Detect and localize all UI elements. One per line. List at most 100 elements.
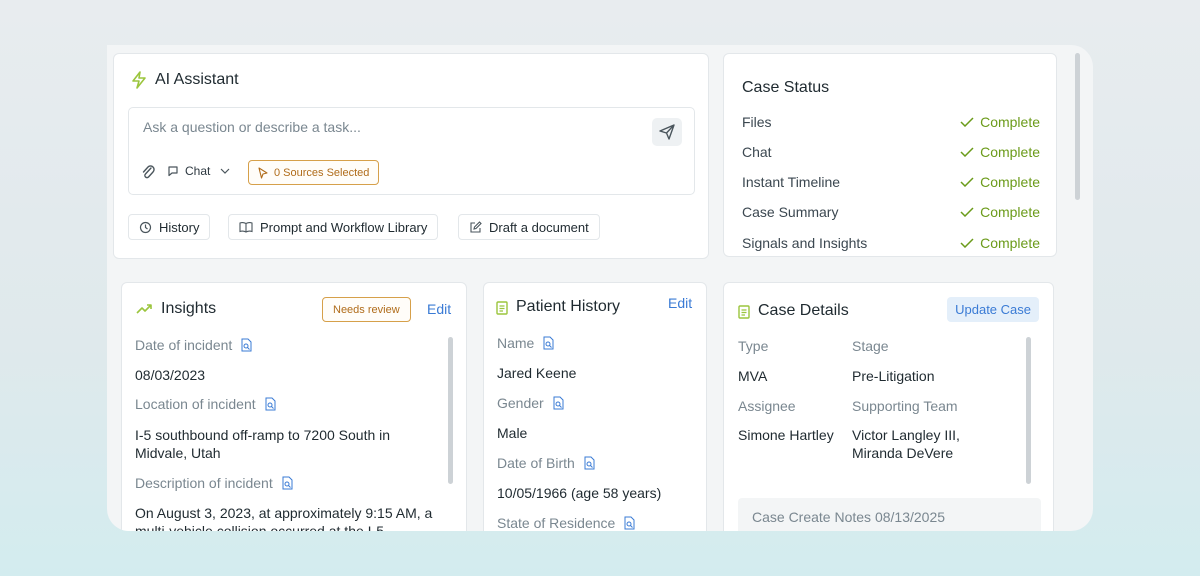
chat-bubble-icon xyxy=(167,165,179,177)
ai-assistant-card: AI Assistant Ask a question or describe … xyxy=(113,53,709,259)
status-value: Complete xyxy=(980,144,1040,160)
needs-review-badge[interactable]: Needs review xyxy=(322,297,411,322)
clipboard-icon xyxy=(738,304,750,319)
status-complete: Complete xyxy=(960,144,1040,160)
field-label: Description of incident xyxy=(135,475,293,491)
assignee-label: Assignee xyxy=(738,398,796,414)
document-search-icon[interactable] xyxy=(265,397,276,411)
status-row-label: Instant Timeline xyxy=(742,174,841,190)
field-label: Location of incident xyxy=(135,396,276,412)
field-label: Date of incident xyxy=(135,337,252,353)
cursor-icon xyxy=(258,166,268,179)
field-label: Date of Birth xyxy=(497,455,595,471)
date-of-incident-value: 08/03/2023 xyxy=(135,367,206,383)
stage-label: Stage xyxy=(852,338,889,354)
description-of-incident-label: Description of incident xyxy=(135,475,273,491)
date-of-birth-label: Date of Birth xyxy=(497,455,575,471)
location-of-incident-label: Location of incident xyxy=(135,396,256,412)
type-label: Type xyxy=(738,338,769,354)
case-details-scrollbar[interactable] xyxy=(1026,337,1031,484)
status-value: Complete xyxy=(980,235,1040,251)
clipboard-icon xyxy=(496,300,508,315)
case-status-card: Case Status Files Complete Chat Complete… xyxy=(723,53,1057,257)
page-scrollbar[interactable] xyxy=(1075,53,1080,200)
field-label: Gender xyxy=(497,395,564,411)
status-row: Chat Complete xyxy=(742,144,1040,160)
status-complete: Complete xyxy=(960,235,1040,251)
status-complete: Complete xyxy=(960,114,1040,130)
name-value: Jared Keene xyxy=(497,365,577,381)
gender-label: Gender xyxy=(497,395,544,411)
status-row: Signals and Insights Complete xyxy=(742,235,1040,251)
check-icon xyxy=(960,117,974,127)
document-search-icon[interactable] xyxy=(624,516,635,530)
lightning-icon xyxy=(131,71,147,89)
supporting-team-value: Victor Langley III, Miranda DeVere xyxy=(852,427,960,461)
status-row: Instant Timeline Complete xyxy=(742,174,1040,190)
chat-mode-label: Chat xyxy=(185,164,211,178)
history-icon xyxy=(139,221,152,234)
draft-document-button[interactable]: Draft a document xyxy=(458,214,600,240)
chat-mode-select[interactable]: Chat xyxy=(167,164,230,178)
gender-value: Male xyxy=(497,425,528,441)
paperclip-icon[interactable] xyxy=(141,164,155,180)
document-search-icon[interactable] xyxy=(241,338,252,352)
prompt-library-label: Prompt and Workflow Library xyxy=(260,219,428,235)
location-of-incident-value: I-5 southbound off-ramp to 7200 South in… xyxy=(135,427,391,461)
document-search-icon[interactable] xyxy=(543,336,554,350)
insights-header: Insights xyxy=(136,300,216,318)
state-of-residence-label: State of Residence xyxy=(497,515,616,531)
status-row: Files Complete xyxy=(742,114,1040,130)
check-icon xyxy=(960,238,974,248)
ai-assistant-title: AI Assistant xyxy=(155,71,239,88)
status-value: Complete xyxy=(980,114,1040,130)
case-details-card: Case Details Update Case Type MVA Stage … xyxy=(723,282,1054,531)
insights-scrollbar[interactable] xyxy=(448,337,453,484)
assignee-value: Simone Hartley xyxy=(738,427,834,443)
date-of-birth-value: 10/05/1966 (age 58 years) xyxy=(497,485,662,501)
date-of-incident-label: Date of incident xyxy=(135,337,233,353)
ai-assistant-header: AI Assistant xyxy=(131,71,239,89)
status-row-label: Chat xyxy=(742,144,772,160)
insights-card: Insights Needs review Edit Date of incid… xyxy=(121,282,467,531)
stage-value: Pre-Litigation xyxy=(852,368,935,384)
history-button[interactable]: History xyxy=(128,214,211,240)
history-label: History xyxy=(159,219,200,235)
case-create-notes: Case Create Notes 08/13/2025 xyxy=(738,498,1041,531)
patient-history-edit-link[interactable]: Edit xyxy=(668,295,692,311)
insights-edit-link[interactable]: Edit xyxy=(427,301,451,317)
send-icon[interactable] xyxy=(652,118,682,146)
status-row-label: Case Summary xyxy=(742,204,839,220)
supporting-team-label: Supporting Team xyxy=(852,398,958,414)
draft-document-label: Draft a document xyxy=(489,219,589,235)
status-row-label: Files xyxy=(742,114,772,130)
book-icon xyxy=(239,221,253,233)
status-row-label: Signals and Insights xyxy=(742,235,868,251)
document-search-icon[interactable] xyxy=(282,476,293,490)
patient-history-title: Patient History xyxy=(516,298,621,315)
case-status-title: Case Status xyxy=(742,79,830,96)
case-details-title: Case Details xyxy=(758,302,849,319)
check-icon xyxy=(960,207,974,217)
patient-history-card: Patient History Edit Name Jared Keene Ge… xyxy=(483,282,707,531)
prompt-library-button[interactable]: Prompt and Workflow Library xyxy=(228,214,439,240)
document-search-icon[interactable] xyxy=(584,456,595,470)
edit-document-icon xyxy=(469,220,482,234)
field-label: State of Residence xyxy=(497,515,635,531)
ai-prompt-input[interactable]: Ask a question or describe a task... xyxy=(143,119,361,135)
trending-up-icon xyxy=(136,304,152,314)
description-of-incident-value: On August 3, 2023, at approximately 9:15… xyxy=(135,505,433,531)
document-search-icon[interactable] xyxy=(553,396,564,410)
status-value: Complete xyxy=(980,174,1040,190)
patient-history-header: Patient History xyxy=(496,298,620,316)
update-case-button[interactable]: Update Case xyxy=(947,297,1039,322)
type-value: MVA xyxy=(738,368,768,384)
field-label: Name xyxy=(497,335,554,351)
dashboard-frame: AI Assistant Ask a question or describe … xyxy=(107,45,1093,531)
check-icon xyxy=(960,147,974,157)
sources-selected-button[interactable]: 0 Sources Selected xyxy=(248,160,380,185)
ai-prompt-box[interactable]: Ask a question or describe a task... Cha… xyxy=(128,107,695,195)
status-value: Complete xyxy=(980,204,1040,220)
chevron-down-icon xyxy=(220,168,230,174)
check-icon xyxy=(960,177,974,187)
